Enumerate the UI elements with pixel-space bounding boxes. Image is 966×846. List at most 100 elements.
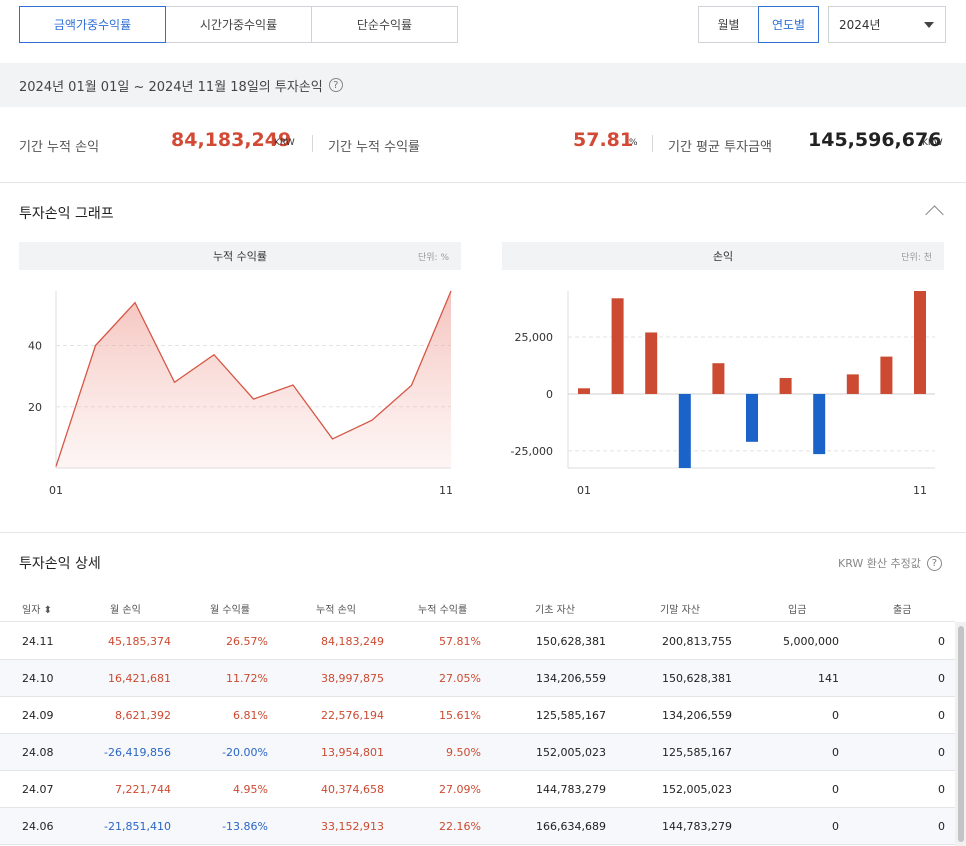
table-cell-withdraw: 0 — [938, 820, 945, 833]
table-cell-date: 24.11 — [22, 635, 54, 648]
table-header: 일자 ⬍ 월 손익 월 수익률 누적 손익 누적 수익률 기초 자산 기말 자산… — [0, 592, 955, 622]
table-cell-c-return: 57.81% — [439, 635, 481, 648]
table-cell-deposit: 141 — [818, 672, 839, 685]
table-cell-c-return: 15.61% — [439, 709, 481, 722]
table-cell-c-profit: 13,954,801 — [321, 746, 384, 759]
table-cell-c-profit: 33,152,913 — [321, 820, 384, 833]
col-header: 월 손익 — [110, 605, 141, 616]
year-select[interactable]: 2024년 — [828, 6, 946, 43]
divider — [652, 135, 653, 152]
x-tick-label: 01 — [49, 484, 63, 497]
table-cell-end: 200,813,755 — [662, 635, 732, 648]
table-cell-begin: 150,628,381 — [536, 635, 606, 648]
section-divider — [0, 532, 966, 533]
y-tick-label: -25,000 — [511, 445, 553, 458]
col-header: 누적 손익 — [316, 605, 356, 616]
table-cell-begin: 125,585,167 — [536, 709, 606, 722]
cum-return-unit: % — [629, 138, 638, 148]
table-cell-m-profit: -21,851,410 — [104, 820, 171, 833]
table-cell-end: 134,206,559 — [662, 709, 732, 722]
area-fill — [56, 291, 451, 468]
profit-bar-chart: 25,000 0 -25,000 01 11 — [511, 291, 935, 497]
table-row[interactable]: 24.11 45,185,374 26.57% 84,183,249 57.81% 150… — [0, 623, 955, 660]
col-date-sort[interactable]: 일자 ⬍ — [22, 601, 52, 616]
table-cell-m-return: 6.81% — [233, 709, 268, 722]
table-cell-c-return: 27.05% — [439, 672, 481, 685]
table-cell-m-profit: 45,185,374 — [108, 635, 171, 648]
table-cell-m-return: -13.86% — [222, 820, 268, 833]
chart-header-cumulative-return: 누적 수익률 단위: % — [19, 242, 461, 270]
table-cell-withdraw: 0 — [938, 635, 945, 648]
table-cell-date: 24.07 — [22, 783, 54, 796]
table-cell-deposit: 0 — [832, 746, 839, 759]
table-cell-end: 152,005,023 — [662, 783, 732, 796]
x-tick-label: 11 — [439, 484, 453, 497]
table-row[interactable]: 24.09 8,621,392 6.81% 22,576,194 15.61% 125,5… — [0, 697, 955, 734]
table-row[interactable]: 24.07 7,221,744 4.95% 40,374,658 27.09% 144,7… — [0, 771, 955, 808]
col-header: 누적 수익률 — [418, 605, 468, 616]
table-cell-m-return: 26.57% — [226, 635, 268, 648]
y-tick-label: 40 — [28, 340, 42, 353]
table-row[interactable]: 24.06 -21,851,410 -13.86% 33,152,913 22.16% 1… — [0, 808, 955, 845]
scrollbar-thumb[interactable] — [958, 626, 964, 842]
x-tick-label: 11 — [913, 484, 927, 497]
period-banner: 2024년 01월 01일 ~ 2024년 11월 18일의 투자손익 ? — [0, 63, 966, 107]
table-cell-withdraw: 0 — [938, 709, 945, 722]
table-cell-m-profit: -26,419,856 — [104, 746, 171, 759]
bar — [678, 393, 691, 468]
bar — [813, 393, 826, 455]
bar — [880, 356, 893, 394]
monthly-toggle-button[interactable]: 월별 — [698, 6, 759, 43]
table-cell-withdraw: 0 — [938, 746, 945, 759]
bar — [846, 374, 859, 394]
bar — [712, 363, 725, 394]
chart-title: 누적 수익률 — [212, 250, 268, 263]
krw-estimate-label: KRW 환산 추정값 — [838, 557, 921, 570]
y-tick-label: 0 — [546, 388, 553, 401]
tab-simple-return[interactable]: 단순수익률 — [311, 6, 458, 43]
x-tick-label: 01 — [577, 484, 591, 497]
table-cell-deposit: 0 — [832, 783, 839, 796]
top-bar: 금액가중수익률 시간가중수익률 단순수익률 월별 연도별 2024년 — [0, 0, 966, 62]
cumulative-return-chart: 20 40 01 11 — [28, 290, 453, 497]
col-header: 출금 — [893, 605, 912, 616]
avg-invest-unit: KRW — [922, 138, 943, 148]
table-cell-deposit: 5,000,000 — [783, 635, 839, 648]
bar — [779, 378, 792, 394]
help-icon[interactable]: ? — [328, 78, 343, 92]
table-cell-end: 150,628,381 — [662, 672, 732, 685]
table-cell-withdraw: 0 — [938, 672, 945, 685]
yearly-toggle-button[interactable]: 연도별 — [758, 6, 819, 43]
cum-profit-label: 기간 누적 손익 — [19, 140, 100, 155]
help-icon[interactable]: ? — [926, 555, 942, 571]
collapse-chevron-icon[interactable] — [925, 205, 944, 224]
table-cell-m-profit: 7,221,744 — [115, 783, 171, 796]
chart-unit-label: 단위: 천 — [901, 252, 932, 263]
graph-section-title: 투자손익 그래프 — [19, 206, 114, 222]
tab-time-weighted[interactable]: 시간가중수익률 — [165, 6, 312, 43]
col-header: 입금 — [788, 605, 807, 616]
chart-header-profit: 손익 단위: 천 — [502, 242, 944, 270]
tab-money-weighted[interactable]: 금액가중수익률 — [19, 6, 166, 43]
chart-unit-label: 단위: % — [417, 252, 449, 263]
bar — [746, 393, 758, 442]
table-row[interactable]: 24.08 -26,419,856 -20.00% 13,954,801 9.50% 15… — [0, 734, 955, 771]
col-header: 기말 자산 — [660, 605, 700, 616]
cum-profit-unit: KRW — [274, 138, 295, 148]
krw-estimate-note: KRW 환산 추정값 ? — [838, 555, 942, 571]
col-header: 월 수익률 — [210, 605, 250, 616]
divider — [312, 135, 313, 152]
table-cell-c-profit: 40,374,658 — [321, 783, 384, 796]
chart-title: 손익 — [712, 250, 734, 263]
period-text: 2024년 01월 01일 ~ 2024년 11월 18일의 투자손익 — [19, 79, 323, 95]
table-cell-withdraw: 0 — [938, 783, 945, 796]
table-cell-m-return: -20.00% — [222, 746, 268, 759]
table-cell-begin: 166,634,689 — [536, 820, 606, 833]
cum-return-value: 57.81 — [573, 129, 634, 151]
table-cell-date: 24.09 — [22, 709, 54, 722]
y-tick-label: 20 — [28, 401, 42, 414]
y-tick-label: 25,000 — [515, 331, 554, 344]
table-row[interactable]: 24.10 16,421,681 11.72% 38,997,875 27.05% 134… — [0, 660, 955, 697]
summary-panel: 기간 누적 손익 84,183,249 KRW 기간 누적 수익률 57.81 … — [0, 107, 966, 183]
bar — [611, 298, 624, 394]
